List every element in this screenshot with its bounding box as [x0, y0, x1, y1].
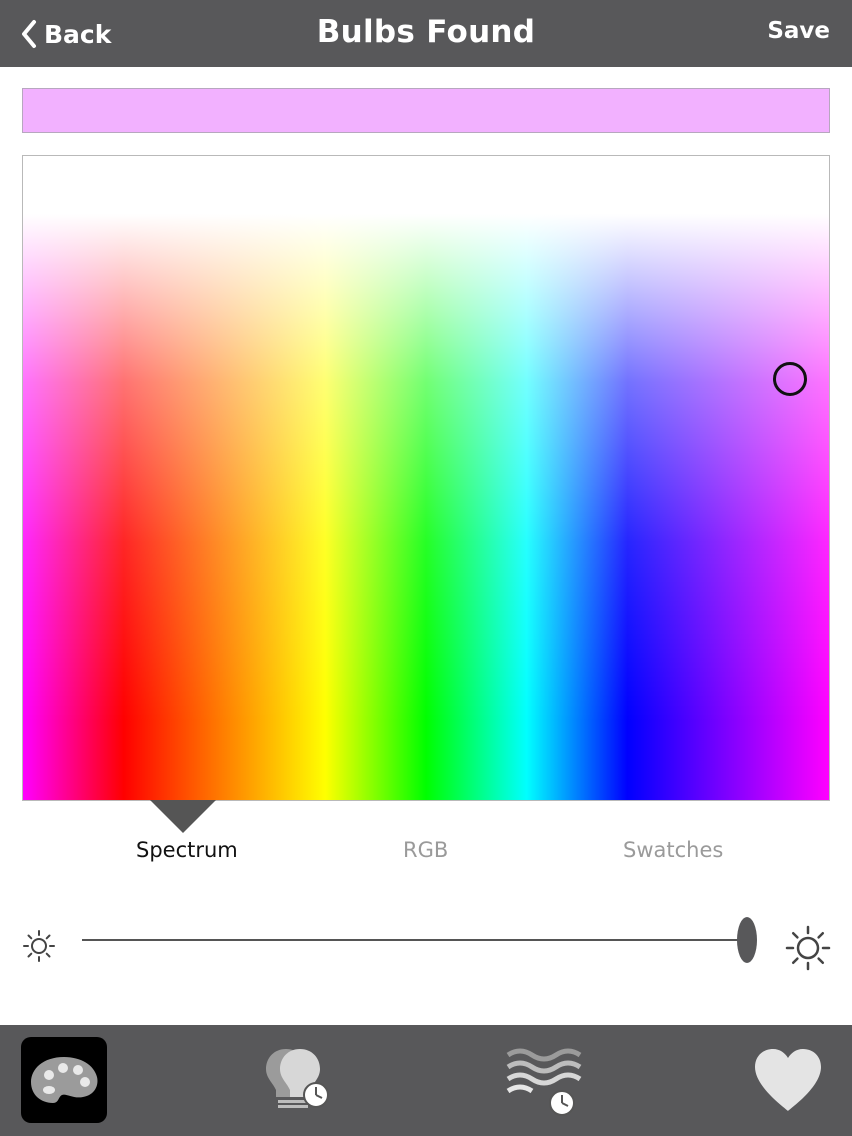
color-selector-handle[interactable] [773, 362, 807, 396]
spectrum-picker[interactable] [22, 155, 830, 801]
mode-tabs: Spectrum RGB Swatches [0, 800, 852, 870]
brightness-low-icon [23, 930, 55, 962]
saturation-gradient [23, 156, 829, 800]
page-title: Bulbs Found [316, 14, 536, 50]
favorites-button[interactable] [745, 1037, 831, 1123]
nav-bar: Back Bulbs Found Save [0, 0, 852, 67]
tab-swatches[interactable]: Swatches [623, 838, 723, 862]
tab-spectrum[interactable]: Spectrum [136, 838, 238, 862]
bulbs-schedule-icon [266, 1049, 329, 1108]
slider-track[interactable] [82, 939, 742, 941]
bulbs-schedule-button[interactable] [258, 1037, 344, 1123]
slider-thumb[interactable] [737, 917, 757, 963]
effects-schedule-button[interactable] [500, 1037, 586, 1123]
tab-indicator [150, 800, 216, 833]
color-preview [22, 88, 830, 133]
brightness-high-icon [785, 925, 831, 971]
tab-rgb[interactable]: RGB [403, 838, 448, 862]
palette-icon [31, 1057, 98, 1103]
bottom-toolbar [0, 1025, 852, 1136]
heart-icon [755, 1049, 821, 1111]
brightness-slider [0, 905, 852, 985]
waves-schedule-icon [506, 1048, 582, 1116]
save-button[interactable]: Save [767, 18, 830, 44]
color-mode-button[interactable] [21, 1037, 107, 1123]
